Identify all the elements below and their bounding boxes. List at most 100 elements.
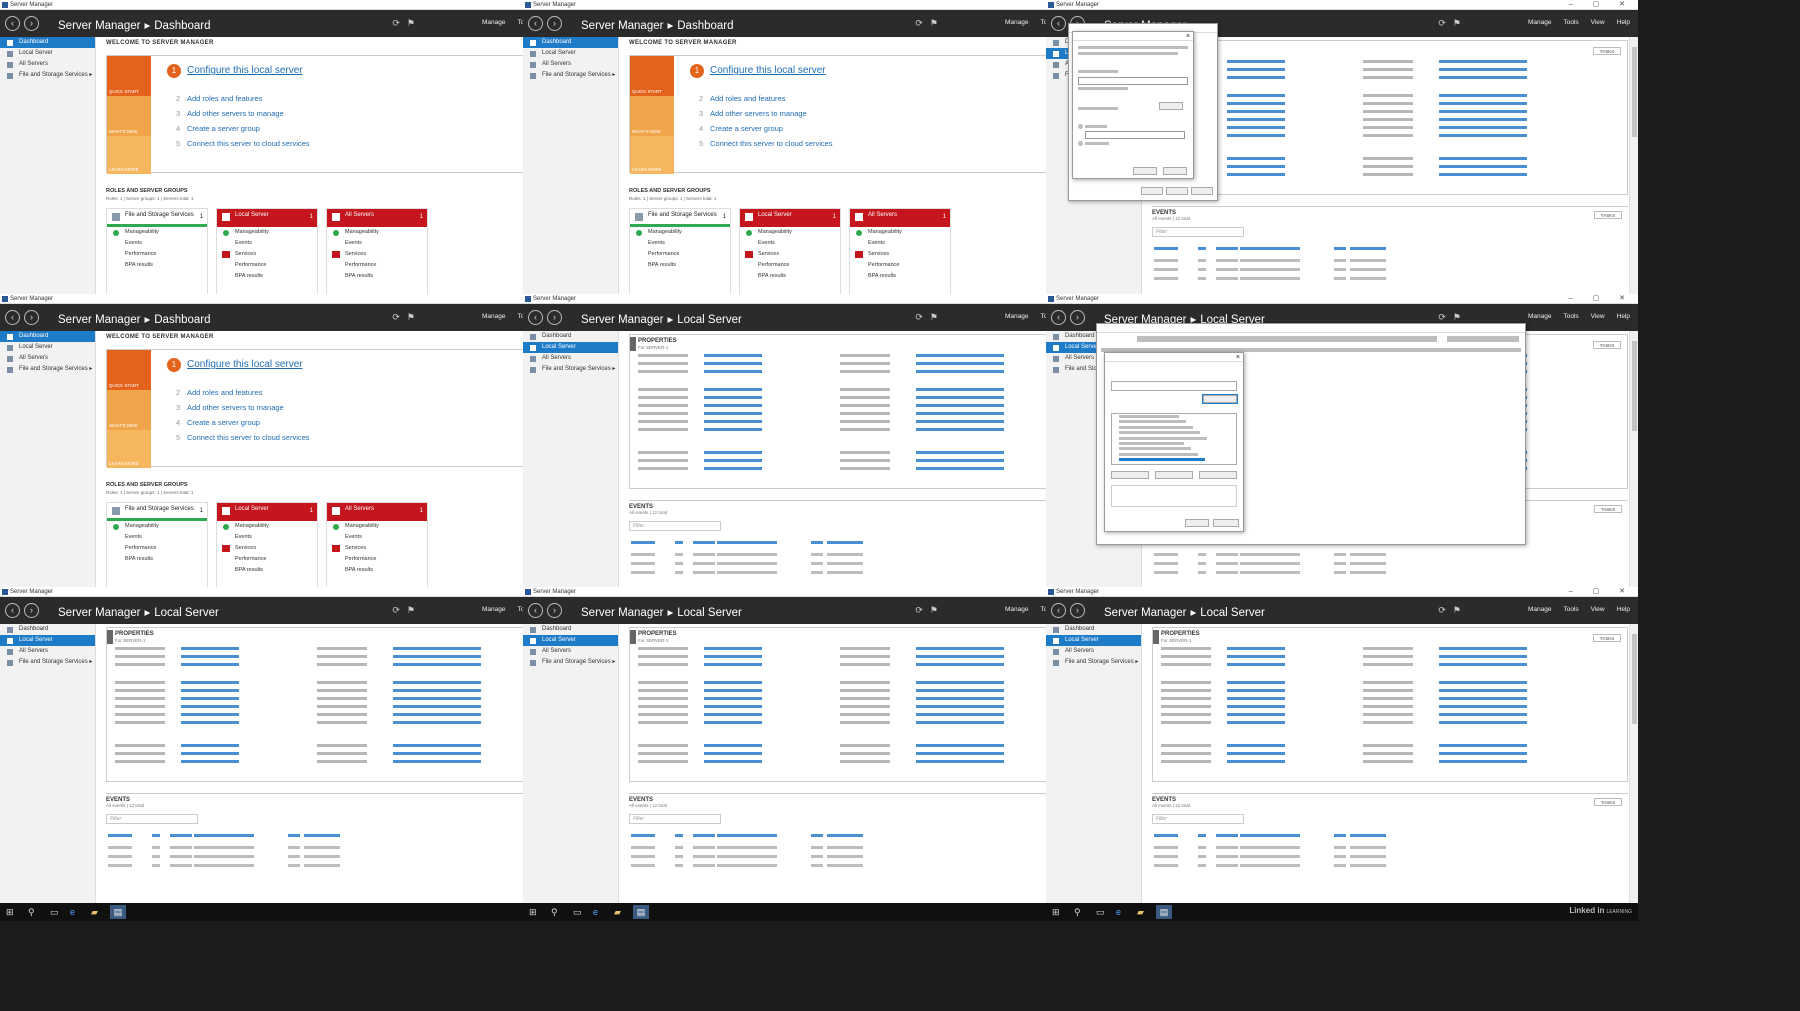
property-value-link-unreadable[interactable] <box>916 647 1004 650</box>
component-item-unreadable[interactable] <box>1119 458 1205 462</box>
property-value-link-unreadable[interactable] <box>393 721 481 724</box>
property-value-link-unreadable[interactable] <box>704 459 762 462</box>
events-column-header-unreadable[interactable] <box>1154 247 1178 250</box>
property-value-link-unreadable[interactable] <box>181 744 239 747</box>
refresh-icon[interactable]: ⟳ <box>1438 18 1453 28</box>
property-value-link-unreadable[interactable] <box>1227 721 1285 724</box>
sidebar-item-local-server[interactable]: Local Server <box>523 48 618 59</box>
property-value-link-unreadable[interactable] <box>1227 173 1285 176</box>
search-icon[interactable]: ⚲ <box>1074 905 1081 919</box>
property-value-link-unreadable[interactable] <box>916 362 1004 365</box>
role-card-row[interactable]: Performance <box>327 260 427 271</box>
events-column-header-unreadable[interactable] <box>693 541 715 544</box>
workgroup-radio[interactable] <box>1078 141 1083 146</box>
ok-button[interactable] <box>1133 167 1157 175</box>
window-controls[interactable]: – ▢ ✕ <box>1569 294 1634 304</box>
events-column-header-unreadable[interactable] <box>675 834 683 837</box>
property-value-link-unreadable[interactable] <box>1227 697 1285 700</box>
server-manager-icon[interactable]: ▤ <box>1156 905 1172 919</box>
flag-icon[interactable]: ⚑ <box>1453 312 1468 322</box>
role-card-row[interactable]: Services <box>217 249 317 260</box>
events-filter-input[interactable]: Filter <box>106 814 198 824</box>
configure-button[interactable] <box>1202 394 1238 404</box>
events-column-header-unreadable[interactable] <box>1198 834 1206 837</box>
property-value-link-unreadable[interactable] <box>393 705 481 708</box>
property-value-link-unreadable[interactable] <box>916 681 1004 684</box>
forward-icon[interactable]: › <box>547 16 562 31</box>
sidebar-item-dashboard[interactable]: Dashboard <box>0 37 95 48</box>
property-value-link-unreadable[interactable] <box>916 689 1004 692</box>
property-value-link-unreadable[interactable] <box>1227 752 1285 755</box>
cancel-button[interactable] <box>1163 167 1187 175</box>
property-value-link-unreadable[interactable] <box>1439 744 1527 747</box>
property-value-link-unreadable[interactable] <box>1227 681 1285 684</box>
property-value-link-unreadable[interactable] <box>916 744 1004 747</box>
property-value-link-unreadable[interactable] <box>704 396 762 399</box>
sidebar-item-all-servers[interactable]: All Servers <box>0 646 95 657</box>
tasks-dropdown[interactable]: TASKS <box>1593 634 1621 642</box>
sidebar-item-file-and-storage-services[interactable]: File and Storage Services ▸ <box>523 70 618 81</box>
menu-help[interactable]: Help <box>1617 606 1630 613</box>
sidebar-item-all-servers[interactable]: All Servers <box>523 353 618 364</box>
refresh-icon[interactable]: ⟳ <box>915 605 930 615</box>
role-card-row[interactable]: Manageability <box>327 227 427 238</box>
property-value-link-unreadable[interactable] <box>704 752 762 755</box>
quick-start-step-link[interactable]: 3 Add other servers to manage <box>699 109 807 118</box>
property-value-link-unreadable[interactable] <box>704 713 762 716</box>
events-column-header-unreadable[interactable] <box>288 834 300 837</box>
property-value-link-unreadable[interactable] <box>916 428 1004 431</box>
ok-button[interactable] <box>1141 187 1163 195</box>
property-value-link-unreadable[interactable] <box>1227 110 1285 113</box>
property-value-link-unreadable[interactable] <box>916 420 1004 423</box>
sidebar-item-local-server[interactable]: Local Server <box>0 48 95 59</box>
forward-icon[interactable]: › <box>1070 603 1085 618</box>
property-value-link-unreadable[interactable] <box>1439 647 1527 650</box>
sidebar-item-dashboard[interactable]: Dashboard <box>523 37 618 48</box>
window-controls[interactable]: – ▢ ✕ <box>1569 0 1634 10</box>
flag-icon[interactable]: ⚑ <box>930 18 945 28</box>
role-card-row[interactable]: Manageability <box>107 521 207 532</box>
property-value-link-unreadable[interactable] <box>393 697 481 700</box>
ok-button[interactable] <box>1185 519 1209 527</box>
more-button[interactable] <box>1159 102 1183 110</box>
task-view-icon[interactable]: ▭ <box>50 905 59 919</box>
quick-start-step-link[interactable]: 5 Connect this server to cloud services <box>699 139 833 148</box>
property-value-link-unreadable[interactable] <box>1439 705 1527 708</box>
learn-more-tab[interactable]: LEARN MORE <box>630 136 674 174</box>
sidebar-item-local-server[interactable]: Local Server <box>523 635 618 646</box>
flag-icon[interactable]: ⚑ <box>407 312 422 322</box>
flag-icon[interactable]: ⚑ <box>1453 605 1468 615</box>
sidebar-item-local-server[interactable]: Local Server <box>523 342 618 353</box>
file-explorer-icon[interactable]: ▰ <box>91 905 98 919</box>
property-value-link-unreadable[interactable] <box>1439 94 1527 97</box>
property-value-link-unreadable[interactable] <box>916 721 1004 724</box>
property-value-link-unreadable[interactable] <box>1439 134 1527 137</box>
events-column-header-unreadable[interactable] <box>152 834 160 837</box>
quick-start-step-link[interactable]: 4 Create a server group <box>176 418 260 427</box>
flag-icon[interactable]: ⚑ <box>930 312 945 322</box>
property-value-link-unreadable[interactable] <box>704 420 762 423</box>
menu-help[interactable]: Help <box>1617 313 1630 320</box>
forward-icon[interactable]: › <box>1070 310 1085 325</box>
tasks-dropdown[interactable]: TASKS <box>1593 47 1621 55</box>
events-tasks-dropdown[interactable]: TASKS <box>1594 505 1622 513</box>
sidebar-item-file-and-storage-services[interactable]: File and Storage Services ▸ <box>0 364 95 375</box>
quick-start-step-link[interactable]: 5 Connect this server to cloud services <box>176 139 310 148</box>
install-button[interactable] <box>1111 471 1149 479</box>
events-column-header-unreadable[interactable] <box>1154 834 1178 837</box>
component-item-unreadable[interactable] <box>1119 452 1198 456</box>
role-card-row[interactable]: Events <box>107 238 207 249</box>
sidebar-item-all-servers[interactable]: All Servers <box>0 353 95 364</box>
role-card-row[interactable]: Events <box>740 238 840 249</box>
property-value-link-unreadable[interactable] <box>393 752 481 755</box>
property-value-link-unreadable[interactable] <box>704 647 762 650</box>
domain-field[interactable] <box>1085 131 1185 139</box>
property-value-link-unreadable[interactable] <box>1439 655 1527 658</box>
property-value-link-unreadable[interactable] <box>181 697 239 700</box>
events-column-header-unreadable[interactable] <box>1198 247 1206 250</box>
events-filter-input[interactable]: Filter <box>629 521 721 531</box>
property-value-link-unreadable[interactable] <box>393 713 481 716</box>
property-value-link-unreadable[interactable] <box>704 467 762 470</box>
property-value-link-unreadable[interactable] <box>704 705 762 708</box>
property-value-link-unreadable[interactable] <box>916 412 1004 415</box>
